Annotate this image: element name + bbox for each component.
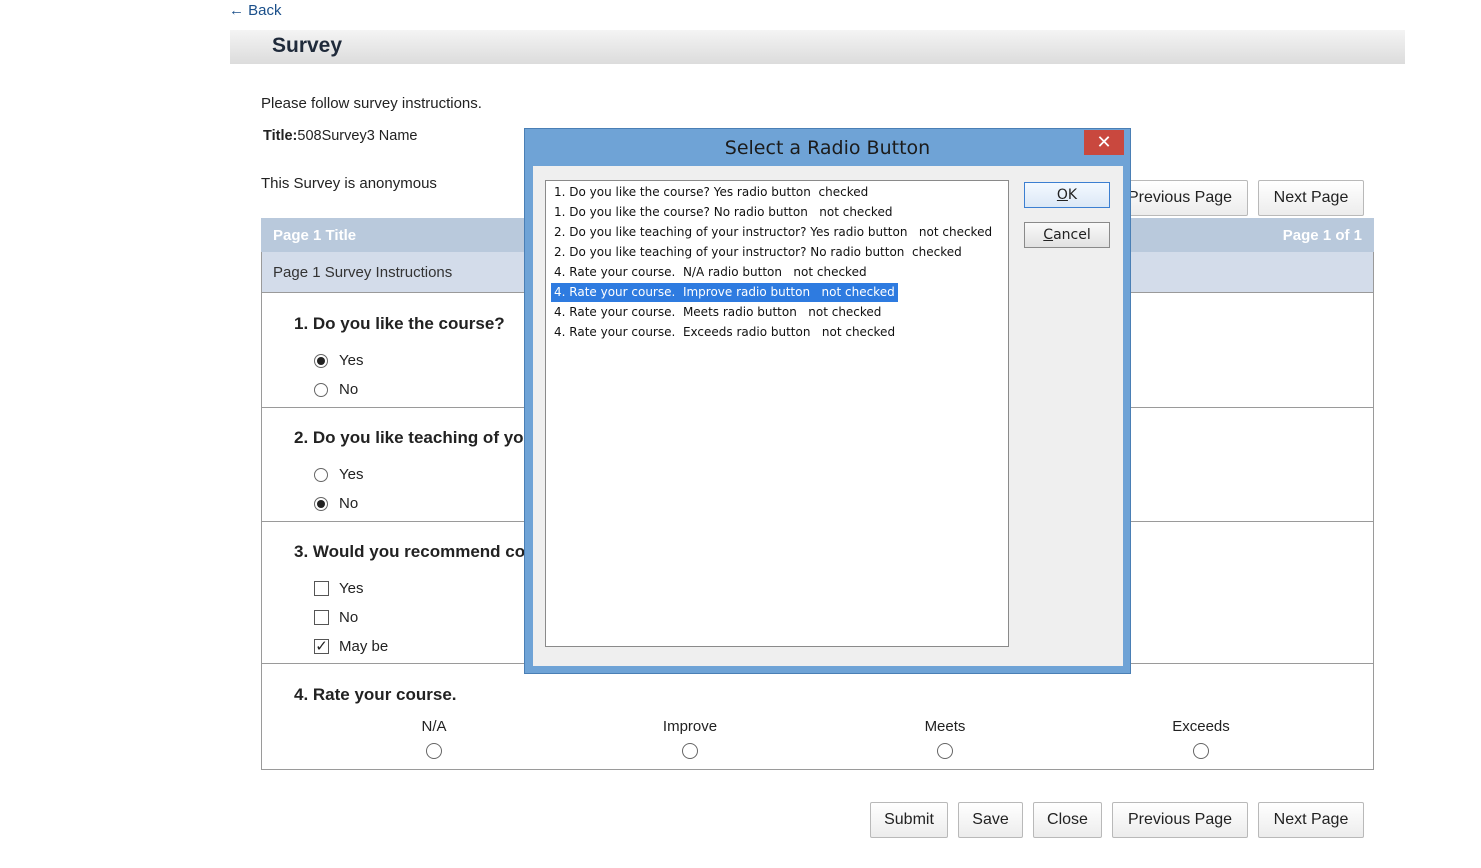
ok-button[interactable]: OK xyxy=(1024,182,1110,208)
question-title: 3. Would you recommend cour xyxy=(294,542,543,561)
q3-option-maybe[interactable]: ✓ May be xyxy=(314,638,388,655)
option-label: Yes xyxy=(339,352,364,369)
radio-unchecked-icon[interactable] xyxy=(937,743,953,759)
q2-option-no[interactable]: No xyxy=(314,495,358,512)
scale-label: Meets xyxy=(924,718,966,735)
scale-label: N/A xyxy=(421,718,447,735)
question-title: 1. Do you like the course? xyxy=(294,314,505,333)
radio-unchecked-icon[interactable] xyxy=(1193,743,1209,759)
back-link[interactable]: ← Back xyxy=(229,2,282,19)
q4-option-na[interactable]: N/A xyxy=(374,718,494,759)
survey-title-value: 508Survey3 Name xyxy=(297,128,418,144)
checkbox-unchecked-icon[interactable] xyxy=(314,610,329,625)
checkbox-checked-icon[interactable]: ✓ xyxy=(314,639,329,654)
ok-label: K xyxy=(1067,187,1078,203)
radio-button-listbox[interactable]: 1. Do you like the course? Yes radio but… xyxy=(545,180,1009,647)
survey-title-label: Title: xyxy=(263,128,298,144)
option-label: No xyxy=(339,609,359,626)
dialog-close-button[interactable]: ✕ xyxy=(1084,130,1124,155)
q4-option-exceeds[interactable]: Exceeds xyxy=(1141,718,1261,759)
list-item[interactable]: 4. Rate your course. Exceeds radio butto… xyxy=(551,323,898,342)
q2-option-yes[interactable]: Yes xyxy=(314,466,363,483)
scale-label: Improve xyxy=(662,718,718,735)
q1-option-yes[interactable]: Yes xyxy=(314,352,363,369)
submit-button[interactable]: Submit xyxy=(870,802,948,838)
save-button[interactable]: Save xyxy=(958,802,1023,838)
option-label: Yes xyxy=(339,466,364,483)
top-next-page-button[interactable]: Next Page xyxy=(1258,180,1364,216)
option-label: No xyxy=(339,495,359,512)
radio-unchecked-icon[interactable] xyxy=(682,743,698,759)
radio-checked-icon[interactable] xyxy=(314,496,328,511)
top-previous-page-button[interactable]: Previous Page xyxy=(1112,180,1248,216)
question-title: 4. Rate your course. xyxy=(294,685,457,704)
q4-option-improve[interactable]: Improve xyxy=(630,718,750,759)
list-item[interactable]: 4. Rate your course. Meets radio button … xyxy=(551,303,884,322)
close-button[interactable]: Close xyxy=(1033,802,1102,838)
cancel-accelerator: C xyxy=(1043,227,1054,243)
list-item[interactable]: 1. Do you like the course? No radio butt… xyxy=(551,203,895,222)
dialog-title: Select a Radio Button xyxy=(724,137,931,159)
list-item[interactable]: 1. Do you like the course? Yes radio but… xyxy=(551,183,871,202)
dialog-body: 1. Do you like the course? Yes radio but… xyxy=(533,166,1123,666)
list-item[interactable]: 4. Rate your course. Improve radio butto… xyxy=(550,282,899,303)
survey-instructions: Please follow survey instructions. xyxy=(261,95,482,112)
list-item[interactable]: 2. Do you like teaching of your instruct… xyxy=(551,243,965,262)
checkbox-unchecked-icon[interactable] xyxy=(314,581,329,596)
option-label: Yes xyxy=(339,580,364,597)
q3-option-yes[interactable]: Yes xyxy=(314,580,363,597)
page-instructions: Page 1 Survey Instructions xyxy=(273,264,453,281)
cancel-label: ancel xyxy=(1053,227,1091,243)
scale-label: Exceeds xyxy=(1172,718,1230,735)
question-4: 4. Rate your course. N/A Improve Meets E… xyxy=(261,664,1374,770)
q3-option-no[interactable]: No xyxy=(314,609,358,626)
ok-accelerator: O xyxy=(1056,187,1068,203)
page-section-title: Page 1 Title xyxy=(273,227,357,244)
option-label: No xyxy=(339,381,359,398)
list-item[interactable]: 4. Rate your course. N/A radio button no… xyxy=(551,263,870,282)
close-icon: ✕ xyxy=(1096,132,1112,152)
radio-unchecked-icon[interactable] xyxy=(314,382,328,397)
q1-option-no[interactable]: No xyxy=(314,381,358,398)
anonymous-notice: This Survey is anonymous xyxy=(261,175,437,192)
survey-title-line: Title:508Survey3 Name xyxy=(263,128,417,144)
page-title: Survey xyxy=(272,34,343,57)
list-item[interactable]: 2. Do you like teaching of your instruct… xyxy=(551,223,995,242)
radio-unchecked-icon[interactable] xyxy=(314,467,328,482)
option-label: May be xyxy=(339,638,389,655)
q4-option-meets[interactable]: Meets xyxy=(885,718,1005,759)
question-title: 2. Do you like teaching of your xyxy=(294,428,541,447)
select-radio-dialog: Select a Radio Button ✕ 1. Do you like t… xyxy=(524,128,1131,674)
bottom-previous-page-button[interactable]: Previous Page xyxy=(1112,802,1248,838)
cancel-button[interactable]: Cancel xyxy=(1024,222,1110,248)
page-count: Page 1 of 1 xyxy=(1282,227,1362,244)
bottom-next-page-button[interactable]: Next Page xyxy=(1258,802,1364,838)
radio-checked-icon[interactable] xyxy=(314,353,328,368)
radio-unchecked-icon[interactable] xyxy=(426,743,442,759)
page-header-bar: Survey xyxy=(230,30,1405,64)
